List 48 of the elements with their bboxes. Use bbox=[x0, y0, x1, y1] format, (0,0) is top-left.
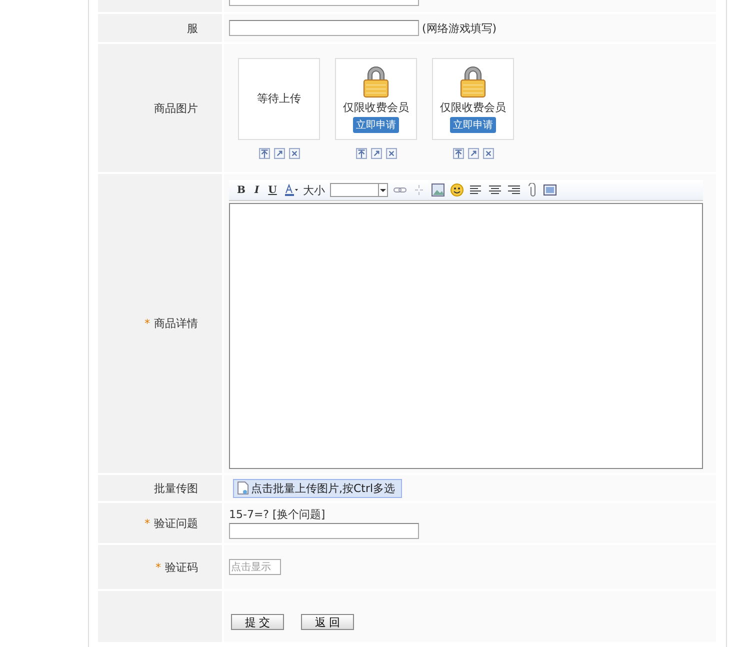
format-button[interactable]: B bbox=[235, 184, 248, 196]
close-icon[interactable] bbox=[482, 148, 494, 158]
field-hint: (网络游戏填写) bbox=[422, 20, 497, 36]
align-center-icon[interactable] bbox=[488, 183, 502, 197]
move-up-icon[interactable] bbox=[356, 148, 366, 158]
expand-icon[interactable] bbox=[274, 148, 284, 158]
size-label: 大小 bbox=[302, 182, 325, 198]
form-button[interactable]: 返 回 bbox=[301, 614, 354, 630]
form-button[interactable]: 提 交 bbox=[231, 614, 284, 630]
captcha-field[interactable]: 点击显示 bbox=[229, 559, 281, 575]
question-text: 15-7=? [换个问题] bbox=[229, 507, 326, 522]
expand-icon[interactable] bbox=[370, 148, 382, 158]
move-up-icon[interactable] bbox=[258, 148, 270, 158]
padlock-icon bbox=[362, 64, 390, 98]
required-mark: * bbox=[144, 516, 150, 530]
dropdown-arrow-icon[interactable] bbox=[378, 184, 387, 196]
move-up-icon[interactable] bbox=[452, 148, 464, 158]
apply-button[interactable]: 立即申请 bbox=[450, 116, 496, 132]
align-right-icon[interactable] bbox=[506, 183, 521, 197]
answer-field[interactable] bbox=[229, 523, 419, 539]
format-button[interactable]: I bbox=[252, 184, 262, 196]
field-label: 验证码 bbox=[165, 560, 198, 574]
members-only-text: 仅限收费会员 bbox=[343, 100, 409, 114]
members-only-text: 仅限收费会员 bbox=[440, 100, 506, 114]
expand-icon[interactable] bbox=[468, 148, 478, 158]
image-icon[interactable] bbox=[430, 183, 445, 197]
padlock-icon bbox=[459, 64, 487, 98]
required-mark: * bbox=[156, 560, 161, 574]
paperclip-icon[interactable] bbox=[526, 183, 538, 197]
field-label: 服 bbox=[187, 20, 198, 36]
field-label: 商品图片 bbox=[154, 100, 198, 116]
smiley-icon[interactable] bbox=[450, 183, 464, 197]
close-icon[interactable] bbox=[386, 148, 396, 158]
apply-button[interactable]: 立即申请 bbox=[353, 116, 399, 132]
text-field[interactable] bbox=[229, 20, 419, 36]
font-color-icon[interactable] bbox=[284, 183, 298, 197]
change-question-link[interactable]: [换个问题] bbox=[272, 508, 326, 521]
file-icon bbox=[237, 481, 249, 495]
field-label: 批量传图 bbox=[154, 480, 198, 496]
field-label: 商品详情 bbox=[154, 316, 198, 331]
media-icon[interactable] bbox=[542, 183, 557, 197]
batch-upload-button[interactable]: 点击批量上传图片,按Ctrl多选 bbox=[233, 478, 402, 498]
field-label: 验证问题 bbox=[154, 516, 198, 530]
upload-status: 等待上传 bbox=[257, 91, 301, 106]
format-button[interactable]: U bbox=[266, 184, 279, 196]
close-icon[interactable] bbox=[288, 148, 300, 158]
align-left-icon[interactable] bbox=[468, 183, 483, 197]
required-mark: * bbox=[144, 317, 150, 330]
